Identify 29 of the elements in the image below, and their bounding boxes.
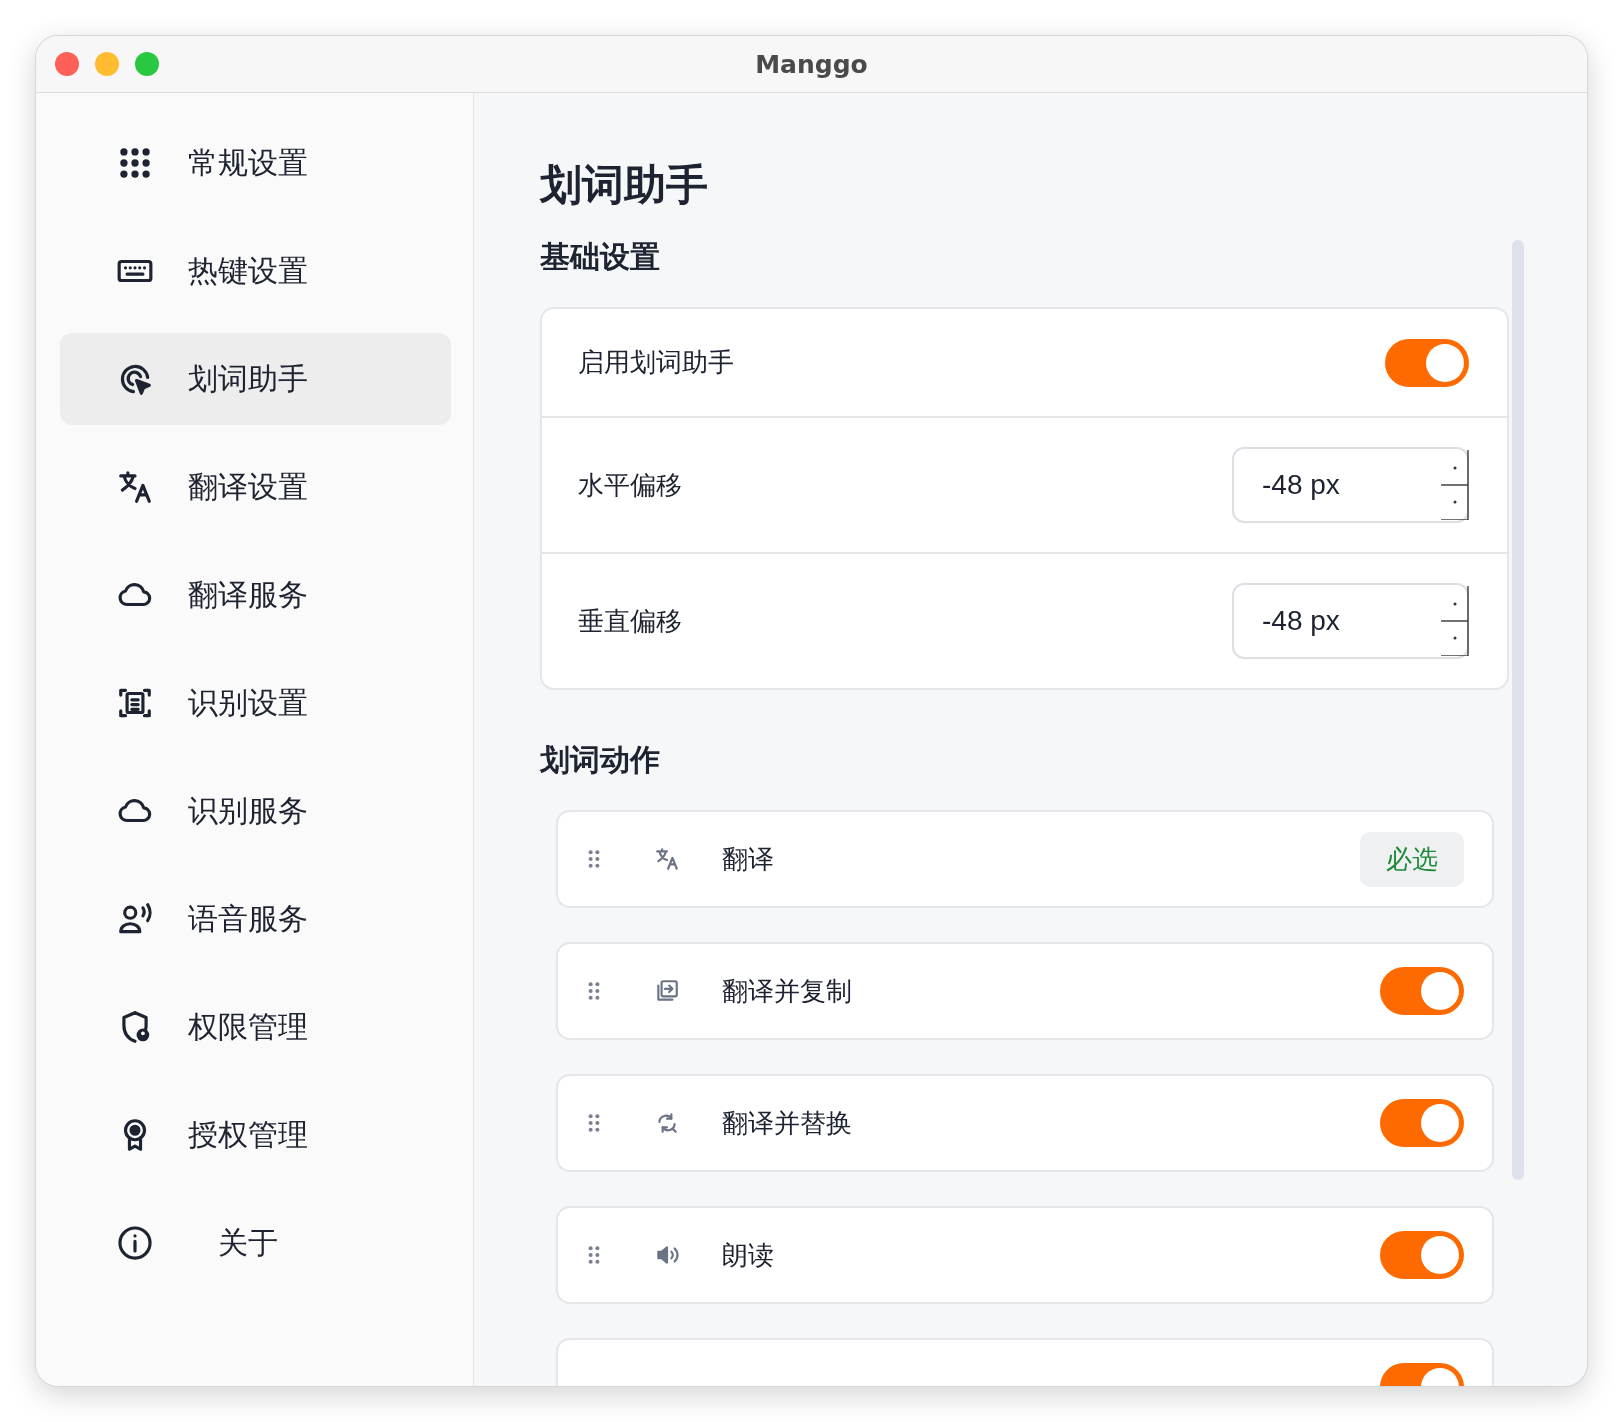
sidebar-item[interactable]: 语音服务 bbox=[60, 873, 451, 965]
sidebar-item[interactable]: 热键设置 bbox=[60, 225, 451, 317]
action-card[interactable]: 翻译 必选 bbox=[556, 810, 1494, 908]
sidebar-item[interactable]: 翻译服务 bbox=[60, 549, 451, 641]
sidebar-item[interactable]: 翻译设置 bbox=[60, 441, 451, 533]
section-heading: 划词动作 bbox=[540, 741, 661, 779]
sidebar-item[interactable]: 识别服务 bbox=[60, 765, 451, 857]
number-field[interactable]: -48 px bbox=[1232, 583, 1469, 659]
setting-label: 水平偏移 bbox=[578, 468, 682, 502]
window-title: Manggo bbox=[755, 49, 868, 79]
section-heading: 基础设置 bbox=[540, 238, 661, 276]
setting-label: 垂直偏移 bbox=[578, 604, 682, 638]
sidebar-item[interactable]: 权限管理 bbox=[60, 981, 451, 1073]
action-card[interactable]: 翻译并替换 bbox=[556, 1074, 1494, 1172]
required-tag: 必选 bbox=[1360, 831, 1464, 887]
action-card[interactable]: 翻译并复制 bbox=[556, 942, 1494, 1040]
action-card[interactable]: 朗读 bbox=[556, 1206, 1494, 1304]
page-title: 划词助手 bbox=[540, 159, 709, 211]
action-label: 翻译并复制 bbox=[722, 975, 852, 1006]
action-label: 朗读 bbox=[722, 1239, 774, 1270]
number-field[interactable]: -48 px bbox=[1232, 447, 1469, 523]
setting-label: 启用划词助手 bbox=[578, 346, 734, 379]
action-label: 翻译 bbox=[722, 843, 774, 874]
sidebar-item[interactable]: 常规设置 bbox=[60, 117, 451, 209]
sidebar-item[interactable]: 识别设置 bbox=[60, 657, 451, 749]
action-label: 翻译并替换 bbox=[722, 1107, 852, 1138]
sidebar-item[interactable]: 关于 bbox=[60, 1197, 451, 1289]
sidebar-item[interactable]: 授权管理 bbox=[60, 1089, 451, 1181]
sidebar-item[interactable]: 划词助手 bbox=[60, 333, 451, 425]
